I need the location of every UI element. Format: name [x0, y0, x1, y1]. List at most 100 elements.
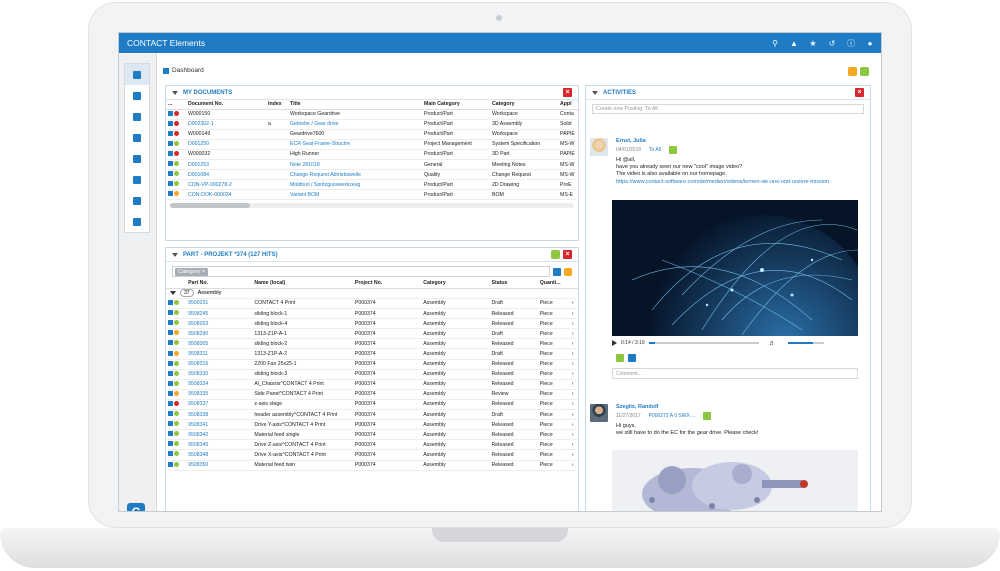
close-icon[interactable]: ×	[563, 88, 572, 97]
doc-number[interactable]: D001250	[186, 139, 266, 150]
sidebar-item-tasks[interactable]	[125, 169, 149, 190]
star-icon[interactable]: ★	[808, 38, 818, 48]
table-row[interactable]: 9508316 2200 Fan 25x25-1 P000374 Assembly Re…	[166, 359, 578, 370]
col-application[interactable]: Appl	[558, 100, 580, 110]
video-player[interactable]	[612, 200, 858, 336]
doc-title[interactable]: High Runner	[288, 149, 422, 160]
table-row[interactable]: 9508305 sliding block-2 P000374 Assembly Rel…	[166, 338, 578, 350]
table-row[interactable]: CON-VP-000278-2 Moldtool / Spritzgusswerk…	[166, 179, 580, 191]
export-icon[interactable]	[564, 267, 572, 276]
part-number[interactable]: 9508305	[186, 338, 253, 350]
doc-number[interactable]: D001253	[186, 159, 266, 171]
part-number[interactable]: 9508348	[186, 449, 253, 461]
scrollbar-thumb[interactable]	[170, 203, 250, 209]
row-more-icon[interactable]: ‹	[569, 308, 578, 320]
part-number[interactable]: 9508311	[186, 348, 253, 360]
table-row[interactable]: D001084 Change Request Abtriebswelle Quali…	[166, 169, 580, 181]
share-icon[interactable]	[628, 354, 636, 362]
filter-chip[interactable]: Category ×	[175, 267, 209, 276]
post-recipient[interactable]: To All	[649, 147, 661, 153]
play-icon[interactable]	[612, 340, 617, 346]
doc-title[interactable]: Variant BOM	[288, 189, 422, 201]
table-row[interactable]: 9508350 Material feed twin P000374 Assembly…	[166, 460, 578, 471]
part-number[interactable]: 9508350	[186, 460, 253, 471]
doc-number[interactable]: CON-VP-000278-2	[186, 179, 266, 191]
row-more-icon[interactable]: ‹	[569, 460, 578, 471]
part-number[interactable]: 9508341	[186, 419, 253, 431]
row-more-icon[interactable]: ‹	[569, 318, 578, 330]
row-more-icon[interactable]: ‹	[569, 439, 578, 451]
settings-icon[interactable]	[848, 67, 857, 76]
table-row[interactable]: 9508337 z-axis stage P000374 Assembly Releas…	[166, 399, 578, 411]
col-quantity[interactable]: Quanti...	[537, 279, 570, 289]
close-icon[interactable]: ×	[563, 250, 572, 259]
row-more-icon[interactable]: ‹	[569, 348, 578, 360]
part-number[interactable]: 9508263	[186, 318, 253, 330]
table-row[interactable]: 9508245 sliding block-1 P000374 Assembly Rel…	[166, 308, 578, 320]
collapse-caret-icon[interactable]	[592, 90, 598, 95]
history-icon[interactable]: ↺	[827, 38, 837, 48]
row-more-icon[interactable]: ‹	[569, 409, 578, 421]
row-more-icon[interactable]: ‹	[569, 419, 578, 431]
filter-icon[interactable]	[553, 267, 561, 276]
table-row[interactable]: 9508311 1313-Z1P-A-2 P000374 Assembly Draft P…	[166, 348, 578, 360]
row-more-icon[interactable]: ‹	[569, 338, 578, 350]
doc-number[interactable]: W000150	[186, 109, 266, 120]
avatar[interactable]	[590, 404, 608, 422]
comment-icon[interactable]	[616, 354, 624, 362]
part-number[interactable]: 9508338	[186, 409, 253, 421]
post-author[interactable]: Ernst, Julia	[616, 138, 864, 144]
add-widget-icon[interactable]	[860, 67, 869, 76]
filter-input[interactable]: Category ×	[172, 266, 550, 277]
doc-number[interactable]: D001084	[186, 169, 266, 181]
col-project-no[interactable]: Project No.	[352, 279, 422, 289]
doc-title[interactable]: Moldtool / Spritzgusswerkzeug	[288, 179, 422, 191]
doc-number[interactable]: D002302-1	[186, 119, 266, 130]
doc-title[interactable]: ECR-Seat-Frame-Structre	[288, 139, 422, 150]
collapse-caret-icon[interactable]	[172, 90, 178, 95]
row-more-icon[interactable]: ‹	[569, 449, 578, 461]
contact-logo[interactable]: C	[127, 503, 145, 511]
row-more-icon[interactable]: ‹	[569, 359, 578, 370]
row-more-icon[interactable]: ‹	[569, 399, 578, 411]
sidebar-item-apps[interactable]	[125, 211, 149, 232]
doc-number[interactable]: W000032	[186, 149, 266, 160]
table-row[interactable]: W000032 High Runner Product/Part 3D Part PAP…	[166, 149, 580, 160]
post-reference[interactable]: P000272 A 0 SWX ...	[649, 413, 696, 419]
part-number[interactable]: 9500231	[186, 298, 253, 310]
comment-input[interactable]: Comment...	[612, 368, 858, 379]
doc-title[interactable]: Workspace Geardrive	[288, 109, 422, 120]
part-number[interactable]: 9508342	[186, 429, 253, 441]
post-author[interactable]: Szegliś, Randolf	[616, 404, 864, 410]
doc-title[interactable]: Geardrive7600	[288, 129, 422, 140]
table-row[interactable]: 9500231 CONTACT 4 Print P000374 Assembly Dra…	[166, 298, 578, 310]
documents-scrollbar[interactable]	[170, 203, 574, 209]
table-row[interactable]: D002302-1 a Getriebe / Gear drive Product/P…	[166, 119, 580, 130]
gear-model-image[interactable]	[612, 450, 858, 511]
col-category[interactable]: Category	[421, 279, 490, 289]
col-title[interactable]: Title	[288, 100, 422, 110]
like-icon[interactable]	[668, 146, 677, 154]
doc-title[interactable]: Change Request Abtriebswelle	[288, 169, 422, 181]
part-number[interactable]: 9508316	[186, 359, 253, 370]
row-more-icon[interactable]: ‹	[569, 298, 578, 310]
table-row[interactable]: W000150 Workspace Geardrive Product/Part Wo…	[166, 109, 580, 120]
row-more-icon[interactable]: ‹	[569, 328, 578, 340]
row-more-icon[interactable]: ‹	[569, 429, 578, 441]
avatar[interactable]	[590, 138, 608, 156]
part-number[interactable]: 9508335	[186, 389, 253, 400]
sidebar-item-structure[interactable]	[125, 148, 149, 169]
col-index[interactable]: Index	[266, 100, 288, 110]
collapse-caret-icon[interactable]	[172, 252, 178, 257]
doc-number[interactable]: CON-DOK-000034	[186, 189, 266, 201]
row-more-icon[interactable]: ‹	[569, 389, 578, 400]
row-more-icon[interactable]: ‹	[569, 379, 578, 390]
part-number[interactable]: 9508245	[186, 308, 253, 320]
post-link[interactable]: https://www.contact-software.com/de/medi…	[616, 179, 864, 186]
search-icon[interactable]: ⚲	[770, 38, 780, 48]
table-row[interactable]: D001250 ECR-Seat-Frame-Structre Project Ma…	[166, 139, 580, 150]
col-doc-no[interactable]: Document No.	[186, 100, 266, 110]
doc-title[interactable]: Note 281018	[288, 159, 422, 171]
user-icon[interactable]: ●	[865, 38, 875, 48]
col-main-category[interactable]: Main Category	[422, 100, 490, 110]
